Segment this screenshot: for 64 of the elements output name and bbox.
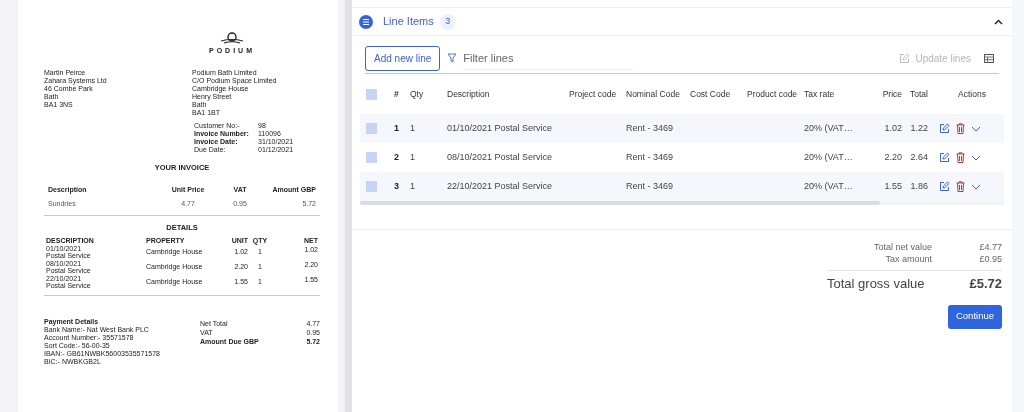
edit-icon[interactable]: [939, 181, 950, 192]
edit-icon[interactable]: [939, 123, 950, 134]
list-icon: [359, 14, 373, 29]
row-checkbox[interactable]: [366, 123, 377, 134]
total-label: Total net value: [873, 241, 932, 253]
table-icon: [984, 54, 994, 63]
row-checkbox[interactable]: [366, 181, 377, 192]
table-cell-text: 20% (VAT…: [804, 150, 854, 164]
filter-icon: [447, 53, 458, 63]
table-cell-text: 2: [394, 150, 400, 164]
chevron-down-icon[interactable]: [971, 125, 981, 132]
column-header: Actions: [957, 87, 987, 101]
table-cell-text: 3: [394, 179, 400, 193]
column-header: Qty: [410, 87, 425, 101]
column-header: #: [394, 87, 400, 101]
table-cell-text: 1.86: [909, 179, 928, 193]
gross-value: £5.72: [969, 275, 1002, 293]
table-cell-text: 1.55: [883, 179, 902, 193]
column-header: Product code: [747, 87, 799, 101]
chevron-up-icon: [994, 18, 1003, 25]
table-settings-button[interactable]: [984, 54, 994, 63]
total-value: £4.77: [978, 241, 1002, 253]
column-header: Project code: [569, 87, 618, 101]
column-header: Total: [909, 87, 928, 101]
table-cell-text: 1: [394, 121, 400, 135]
edit-icon[interactable]: [939, 152, 950, 163]
row-checkbox[interactable]: [366, 152, 377, 163]
table-cell-text: 01/10/2021 Postal Service: [447, 121, 554, 135]
select-all-checkbox[interactable]: [366, 88, 377, 100]
table-cell-text: 1: [410, 150, 416, 164]
trash-icon[interactable]: [956, 152, 965, 163]
edit-icon: [899, 53, 911, 64]
total-label: Tax amount: [885, 253, 932, 265]
filter-field[interactable]: Filter lines: [463, 46, 634, 70]
table-cell-text: 22/10/2021 Postal Service: [447, 179, 554, 193]
column-header: Nominal Code: [626, 87, 681, 101]
trash-icon[interactable]: [956, 181, 965, 192]
table-cell-text: 1.22: [909, 121, 928, 135]
table-cell-text: Rent - 3469: [626, 121, 675, 135]
add-line-button[interactable]: Add new line: [365, 46, 441, 71]
column-header: Tax rate: [804, 87, 836, 101]
table-cell-text: 1: [410, 179, 416, 193]
chevron-down-icon[interactable]: [971, 154, 981, 161]
continue-button[interactable]: Continue: [947, 304, 1002, 329]
column-header: Cost Code: [690, 87, 732, 101]
gross-label: Total gross value: [827, 275, 925, 293]
chevron-down-icon[interactable]: [971, 183, 981, 190]
table-cell-text: 1: [410, 121, 416, 135]
count-badge: 3: [439, 13, 456, 30]
trash-icon[interactable]: [956, 123, 965, 134]
section-title: Line Items: [383, 14, 434, 30]
table-cell-text: 08/10/2021 Postal Service: [447, 150, 554, 164]
table-cell-text: 2.64: [909, 150, 928, 164]
column-header: Description: [447, 87, 491, 101]
table-cell-text: Rent - 3469: [626, 179, 675, 193]
table-cell-text: 20% (VAT…: [804, 121, 854, 135]
table-cell-text: 2.20: [883, 150, 902, 164]
table-cell-text: 20% (VAT…: [804, 179, 854, 193]
table-cell-text: 1.02: [883, 121, 902, 135]
column-header: Price: [881, 87, 902, 101]
table-cell-text: Rent - 3469: [626, 150, 675, 164]
total-value: £0.95: [978, 253, 1002, 265]
collapse-toggle[interactable]: [994, 18, 1003, 25]
laurel-logo-icon: [221, 32, 243, 44]
